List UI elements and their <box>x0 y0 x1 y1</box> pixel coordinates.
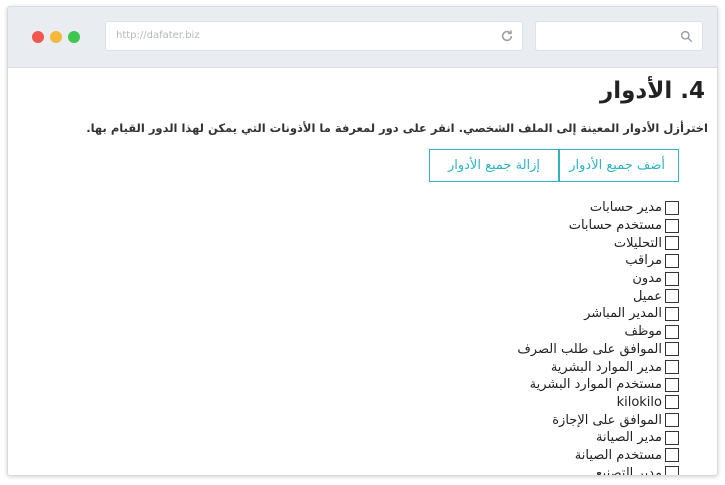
role-item[interactable]: مراقب <box>517 252 679 270</box>
browser-search-box[interactable] <box>535 21 703 51</box>
role-label[interactable]: مستخدم الصيانة <box>575 448 662 463</box>
role-checkbox[interactable] <box>665 253 679 268</box>
role-label[interactable]: الموافق على الإجازة <box>552 413 662 428</box>
role-label[interactable]: مدير الصيانة <box>596 430 662 445</box>
role-item[interactable]: الموافق على طلب الصرف <box>517 341 679 359</box>
role-checkbox[interactable] <box>665 342 679 357</box>
role-label[interactable]: الموافق على طلب الصرف <box>517 342 662 357</box>
role-checkbox[interactable] <box>665 413 679 428</box>
role-item[interactable]: موظف <box>517 323 679 341</box>
browser-window: http://dafater.biz 4. الأدوار اخترأزل ال… <box>7 6 718 476</box>
role-item[interactable]: مستخدم الصيانة <box>517 447 679 465</box>
role-checkbox[interactable] <box>665 236 679 251</box>
search-icon[interactable] <box>680 30 693 43</box>
role-checkbox[interactable] <box>665 289 679 304</box>
role-item[interactable]: مدير حسابات <box>517 199 679 217</box>
role-checkbox[interactable] <box>665 377 679 392</box>
role-item[interactable]: التحليلات <box>517 234 679 252</box>
role-item[interactable]: مدير الموارد البشرية <box>517 358 679 376</box>
role-checkbox[interactable] <box>665 430 679 445</box>
role-label[interactable]: مدون <box>632 271 662 286</box>
role-checkbox[interactable] <box>665 324 679 339</box>
role-item[interactable]: المدير المباشر <box>517 305 679 323</box>
role-label[interactable]: مدير الموارد البشرية <box>551 360 662 375</box>
role-checkbox[interactable] <box>665 200 679 215</box>
add-all-roles-button[interactable]: أضف جميع الأدوار <box>559 149 679 182</box>
browser-titlebar: http://dafater.biz <box>8 7 717 68</box>
role-item[interactable]: مدير التصنيع <box>517 464 679 475</box>
role-checkbox[interactable] <box>665 360 679 375</box>
role-label[interactable]: التحليلات <box>614 236 662 251</box>
role-item[interactable]: الموافق على الإجازة <box>517 411 679 429</box>
role-item[interactable]: مستخدم الموارد البشرية <box>517 376 679 394</box>
role-label[interactable]: المدير المباشر <box>584 306 662 321</box>
roles-list: مدير حسابات مستخدم حسابات التحليلات مراق… <box>517 199 679 475</box>
role-item[interactable]: عميل <box>517 287 679 305</box>
minimize-window-button[interactable] <box>50 31 62 43</box>
maximize-window-button[interactable] <box>68 31 80 43</box>
role-label[interactable]: مدير التصنيع <box>596 466 662 475</box>
role-label[interactable]: مراقب <box>625 253 662 268</box>
address-bar-url: http://dafater.biz <box>116 30 200 41</box>
role-checkbox[interactable] <box>665 448 679 463</box>
role-item[interactable]: مدون <box>517 270 679 288</box>
page-title: 4. الأدوار <box>600 78 705 104</box>
remove-all-roles-button[interactable]: إزالة جميع الأدوار <box>429 149 559 182</box>
role-item[interactable]: مستخدم حسابات <box>517 217 679 235</box>
role-checkbox[interactable] <box>665 271 679 286</box>
address-bar[interactable]: http://dafater.biz <box>105 21 523 51</box>
role-label[interactable]: مستخدم الموارد البشرية <box>530 377 662 392</box>
role-checkbox[interactable] <box>665 218 679 233</box>
role-item[interactable]: مدير الصيانة <box>517 429 679 447</box>
page-content: 4. الأدوار اخترأزل الأدوار المعينة إلى ا… <box>8 68 717 475</box>
close-window-button[interactable] <box>32 31 44 43</box>
role-label[interactable]: مدير حسابات <box>590 200 662 215</box>
role-checkbox[interactable] <box>665 395 679 410</box>
role-checkbox[interactable] <box>665 306 679 321</box>
role-checkbox[interactable] <box>665 466 679 475</box>
role-label[interactable]: موظف <box>625 324 662 339</box>
role-label[interactable]: kilokilo <box>617 395 662 410</box>
role-label[interactable]: مستخدم حسابات <box>569 218 662 233</box>
role-label[interactable]: عميل <box>633 289 662 304</box>
page-description: اخترأزل الأدوار المعينة إلى الملف الشخصي… <box>86 121 708 135</box>
role-item[interactable]: kilokilo <box>517 394 679 412</box>
reload-icon[interactable] <box>500 29 514 43</box>
